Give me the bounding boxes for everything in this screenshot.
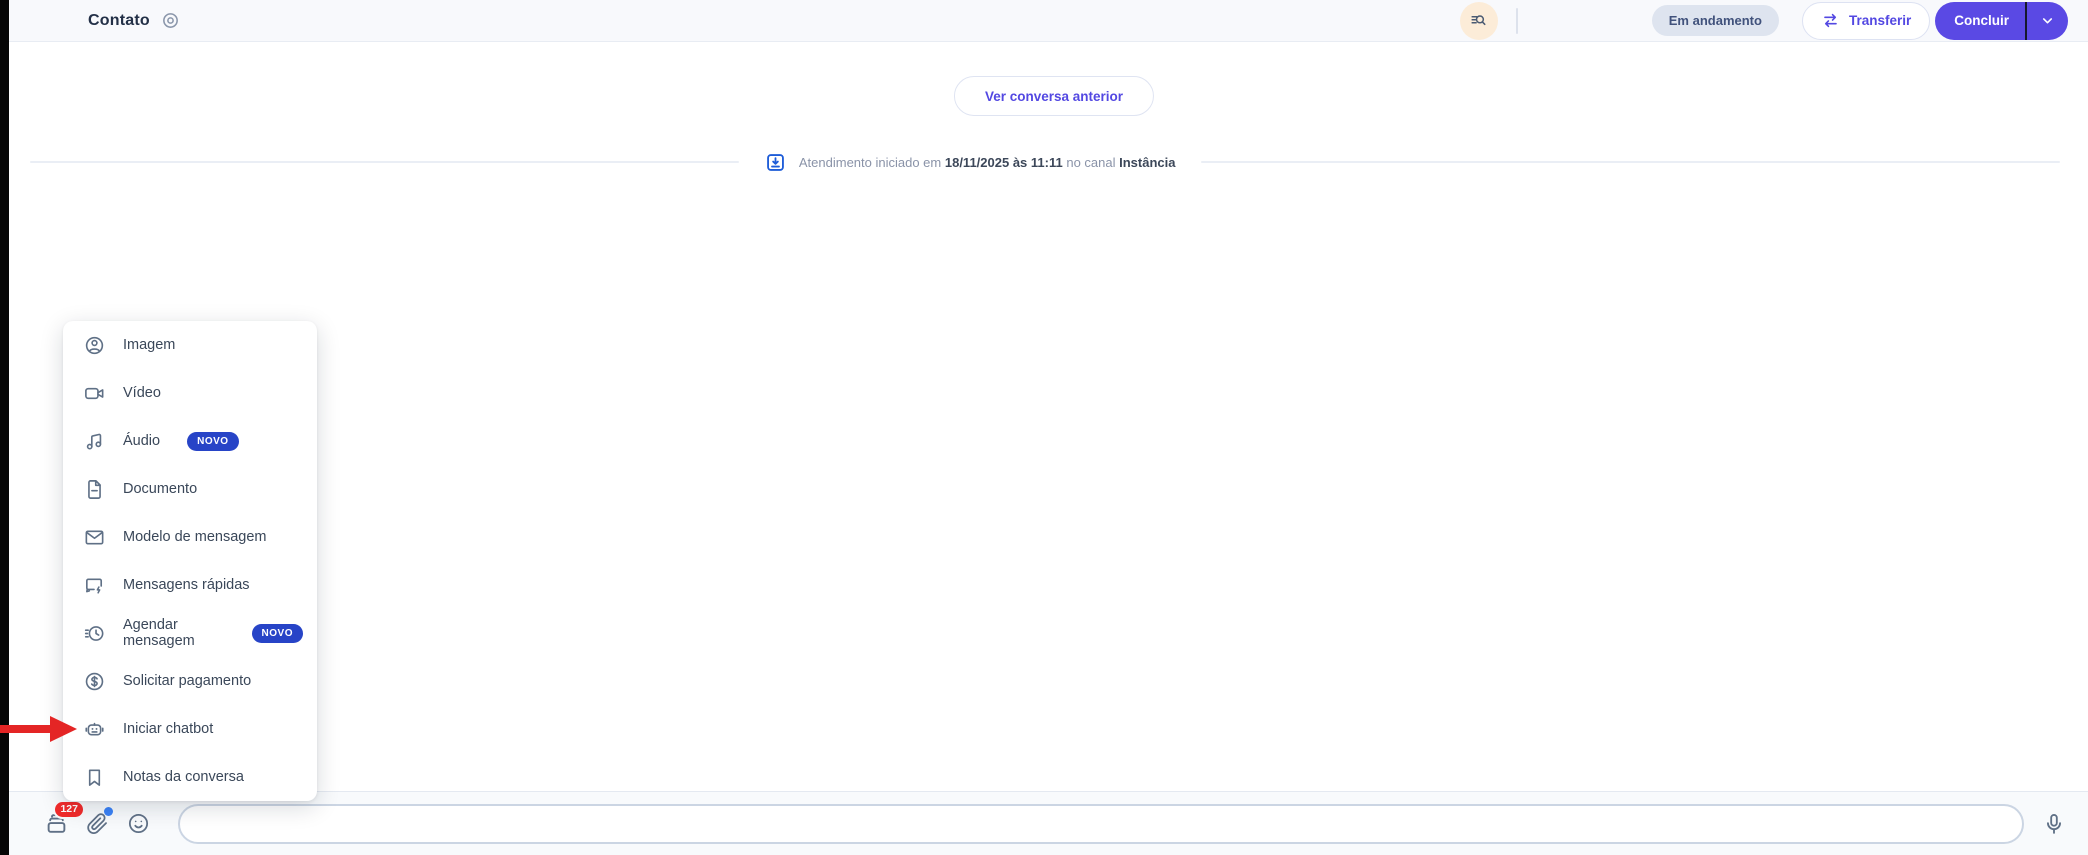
conclude-split-button: Concluir: [1935, 1, 2068, 40]
audio-icon: [83, 430, 106, 453]
previous-conversation-button[interactable]: Ver conversa anterior: [953, 76, 1155, 116]
menu-item-label: Áudio: [123, 433, 161, 449]
transfer-label: Transferir: [1848, 13, 1912, 28]
emoji-button[interactable]: [124, 810, 152, 838]
view-contact-icon[interactable]: [160, 10, 181, 31]
menu-item-solicitar-pagamento[interactable]: Solicitar pagamento: [63, 657, 317, 705]
document-icon: [83, 478, 106, 501]
menu-item-label: Iniciar chatbot: [123, 721, 214, 737]
video-icon: [83, 382, 106, 405]
search-list-icon: [1469, 11, 1488, 30]
system-message-prefix: Atendimento iniciado em: [798, 154, 942, 170]
menu-item-label: Mensagens rápidas: [123, 577, 250, 593]
transfer-button[interactable]: Transferir: [1801, 1, 1931, 40]
message-template-icon: [83, 526, 106, 549]
chevron-down-icon: [2040, 13, 2055, 28]
search-conversation-button[interactable]: [1459, 1, 1498, 40]
system-message-datetime: 18/11/2025 às 11:11: [944, 154, 1063, 170]
menu-item-audio[interactable]: Áudio NOVO: [63, 417, 317, 465]
menu-item-agendar-mensagem[interactable]: Agendar mensagem NOVO: [63, 609, 317, 657]
menu-item-iniciar-chatbot[interactable]: Iniciar chatbot: [63, 705, 317, 753]
novo-badge: NOVO: [187, 431, 239, 451]
conclude-label: Concluir: [1954, 13, 2009, 28]
payment-icon: [83, 670, 106, 693]
menu-item-label: Vídeo: [123, 385, 161, 401]
unread-count-badge: 127: [53, 799, 85, 820]
conclude-button[interactable]: Concluir: [1935, 2, 2025, 40]
novo-badge: NOVO: [251, 623, 303, 643]
attachment-notification-dot: [104, 806, 113, 816]
menu-item-label: Notas da conversa: [123, 769, 244, 785]
attachment-menu: Imagem Vídeo Áudio NOVO Documento Modelo…: [63, 321, 317, 801]
service-started-icon: [765, 152, 786, 173]
menu-item-label: Modelo de mensagem: [123, 529, 267, 545]
system-message-row: Atendimento iniciado em 18/11/2025 às 11…: [30, 152, 2060, 172]
divider-line: [30, 161, 739, 163]
message-input[interactable]: [178, 803, 2024, 844]
menu-item-mensagens-rapidas[interactable]: Mensagens rápidas: [63, 561, 317, 609]
message-composer: 127: [9, 791, 2088, 855]
conversation-header: Contato Em andamento Transferir Concluir: [9, 0, 2088, 42]
menu-item-label: Solicitar pagamento: [123, 673, 252, 689]
menu-item-label: Agendar mensagem: [123, 617, 195, 649]
quick-messages-drawer-button[interactable]: 127: [42, 799, 85, 838]
divider-line: [1201, 161, 2060, 163]
emoji-smiley-icon: [126, 811, 151, 836]
menu-item-modelo-de-mensagem[interactable]: Modelo de mensagem: [63, 513, 317, 561]
menu-item-documento[interactable]: Documento: [63, 465, 317, 513]
schedule-message-icon: [83, 622, 106, 645]
chatbot-icon: [83, 718, 106, 741]
attach-file-button[interactable]: [83, 806, 113, 838]
conversation-notes-icon: [83, 766, 106, 789]
system-message: Atendimento iniciado em 18/11/2025 às 11…: [765, 152, 1176, 173]
image-icon: [83, 334, 106, 357]
header-divider: [1515, 7, 1518, 34]
menu-item-imagem[interactable]: Imagem: [63, 321, 317, 369]
contact-title-wrap: Contato: [88, 10, 181, 31]
transfer-arrows-icon: [1821, 11, 1840, 30]
menu-item-notas-da-conversa[interactable]: Notas da conversa: [63, 753, 317, 801]
page-title: Contato: [88, 11, 150, 29]
system-message-connector: no canal: [1066, 154, 1116, 170]
menu-item-video[interactable]: Vídeo: [63, 369, 317, 417]
conclude-dropdown-button[interactable]: [2027, 2, 2068, 40]
menu-item-label: Documento: [123, 481, 198, 497]
header-actions: Em andamento Transferir Concluir: [1459, 1, 2068, 40]
microphone-icon: [2041, 811, 2067, 837]
status-badge: Em andamento: [1651, 5, 1779, 36]
record-audio-button[interactable]: [2040, 810, 2068, 838]
quick-messages-icon: [83, 574, 106, 597]
menu-item-label: Imagem: [123, 337, 176, 353]
system-message-text: Atendimento iniciado em 18/11/2025 às 11…: [799, 155, 1176, 170]
system-message-channel: Instância: [1119, 154, 1176, 170]
cropped-sidebar-edge: [0, 0, 9, 855]
chat-screen: Contato Em andamento Transferir Concluir…: [0, 0, 2088, 855]
